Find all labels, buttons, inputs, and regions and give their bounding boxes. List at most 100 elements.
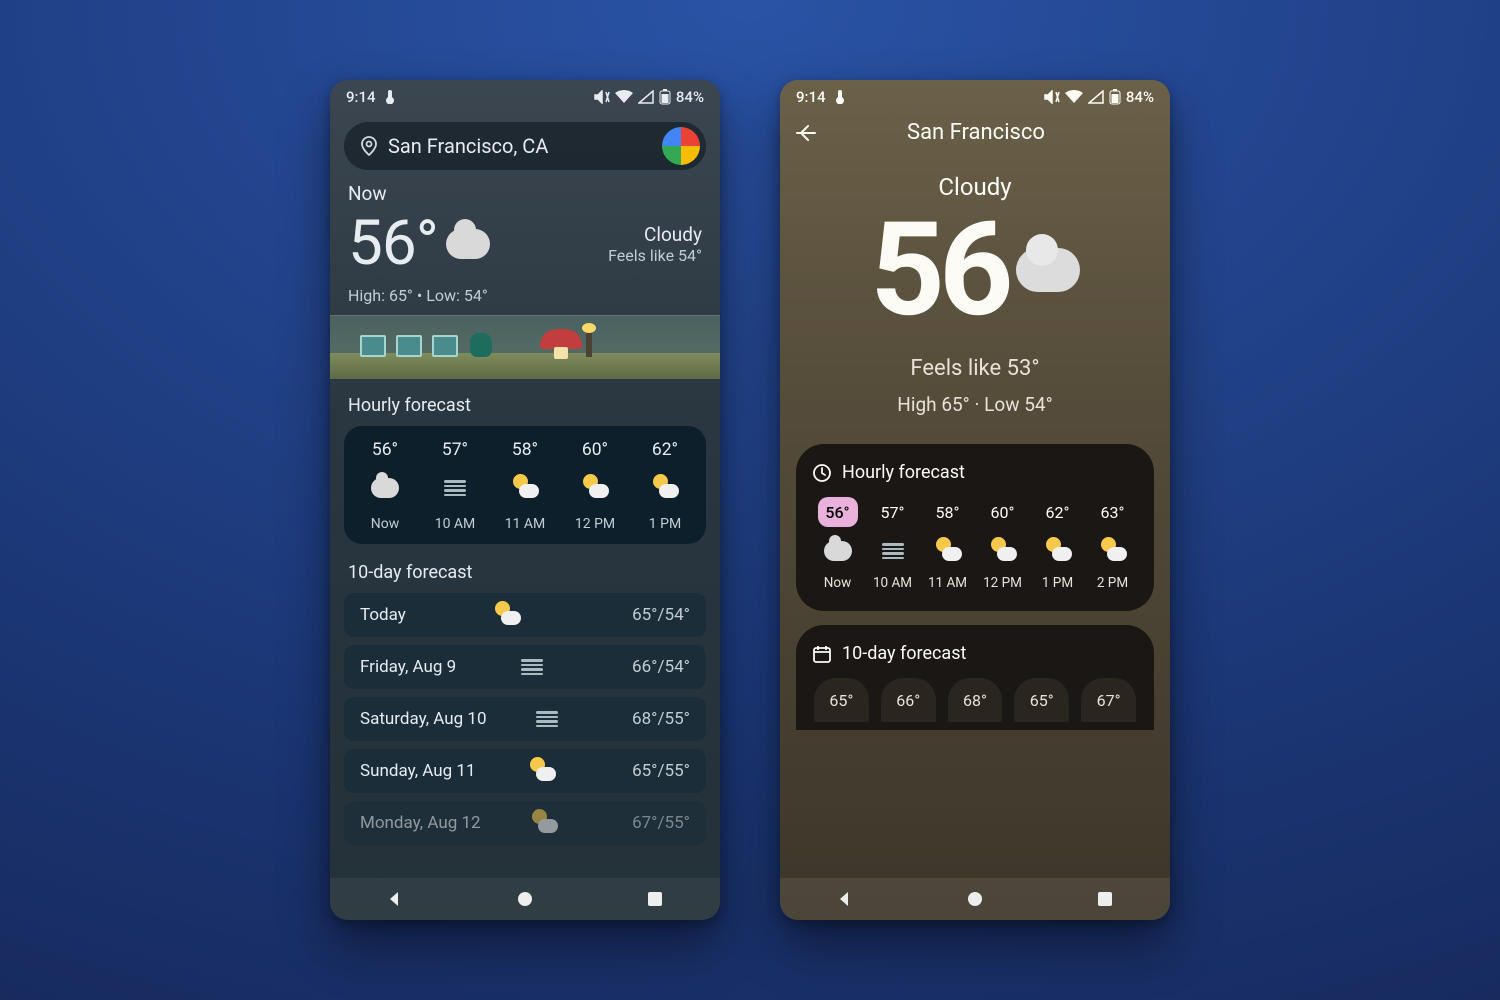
- hourly-column[interactable]: 56°Now: [354, 440, 416, 532]
- signal-icon: [638, 90, 654, 104]
- day-temps: 68°/55°: [608, 709, 690, 729]
- ten-day-card[interactable]: 10-day forecast 65°66°68°65°67°: [796, 625, 1154, 730]
- hourly-column[interactable]: 62° 1 PM: [1032, 497, 1083, 591]
- mute-icon: [1044, 90, 1060, 104]
- partly-cloudy-icon: [530, 813, 558, 833]
- hourly-column[interactable]: 56°Now: [812, 497, 863, 591]
- hourly-forecast-card[interactable]: 56°Now 57° 10 AM 58°11 AM 60° 12 PM 62°1 PM: [344, 426, 706, 544]
- clock-icon: [812, 463, 832, 483]
- hour-label: 2 PM: [1097, 575, 1128, 591]
- nav-home-icon[interactable]: [966, 890, 984, 908]
- daily-row[interactable]: Saturday, Aug 10 68°/55°: [344, 697, 706, 741]
- day-high: 67°: [1081, 678, 1136, 722]
- hourly-title: Hourly forecast: [348, 395, 702, 416]
- hourly-column[interactable]: 58°11 AM: [494, 440, 556, 532]
- fog-icon: [879, 541, 907, 561]
- partly-cloudy-icon: [528, 761, 556, 781]
- location-search[interactable]: San Francisco, CA: [344, 122, 706, 170]
- day-name: Saturday, Aug 10: [360, 709, 487, 729]
- temperature-icon: [834, 90, 846, 104]
- battery-pct: 84%: [1126, 88, 1154, 106]
- now-label: Now: [348, 182, 702, 205]
- fog-icon: [518, 657, 546, 677]
- hourly-column[interactable]: 60° 12 PM: [564, 440, 626, 532]
- day-high: 66°: [881, 678, 936, 722]
- hourly-column[interactable]: 58°11 AM: [922, 497, 973, 591]
- nav-bar: [780, 878, 1170, 920]
- phone-google-weather: 9:14 84% San Francisco, CA Now 56°: [330, 80, 720, 920]
- current-conditions: Cloudy 56 Feels like 53° High 65° · Low …: [780, 173, 1170, 416]
- nav-recent-icon[interactable]: [646, 890, 664, 908]
- cloud-icon: [371, 478, 399, 498]
- day-name: Sunday, Aug 11: [360, 761, 476, 781]
- cloud-icon: [824, 541, 852, 561]
- fog-icon: [533, 709, 561, 729]
- hour-label: 12 PM: [983, 575, 1022, 591]
- hour-temp: 62°: [1038, 497, 1078, 527]
- day-high: 65°: [1014, 678, 1069, 722]
- daily-row[interactable]: Sunday, Aug 11 65°/55°: [344, 749, 706, 793]
- high-low: High: 65° • Low: 54°: [348, 286, 702, 305]
- nav-bar: [330, 878, 720, 920]
- hour-temp: 63°: [1093, 497, 1133, 527]
- status-bar: 9:14 84%: [330, 80, 720, 114]
- daily-row[interactable]: Monday, Aug 12 67°/55°: [344, 801, 706, 845]
- hour-temp: 60°: [582, 440, 608, 460]
- day-name: Monday, Aug 12: [360, 813, 481, 833]
- hourly-column[interactable]: 63° 2 PM: [1087, 497, 1138, 591]
- day-temps: 65°/55°: [608, 761, 690, 781]
- partly-cloudy-icon: [989, 541, 1017, 561]
- cloud-icon: [1016, 248, 1080, 292]
- status-bar: 9:14 84%: [780, 80, 1170, 114]
- hour-temp: 56°: [818, 497, 858, 527]
- clock: 9:14: [796, 88, 826, 106]
- hour-label: 10 AM: [435, 516, 476, 532]
- hourly-column[interactable]: 57°10 AM: [867, 497, 918, 591]
- hourly-title: Hourly forecast: [842, 462, 965, 483]
- current-conditions: Now 56° Cloudy Feels like 54° High: 65° …: [330, 182, 720, 305]
- calendar-icon: [812, 644, 832, 664]
- feels-like: Feels like 54°: [608, 246, 702, 265]
- profile-avatar[interactable]: [662, 127, 700, 165]
- partly-cloudy-icon: [581, 478, 609, 498]
- pin-icon: [360, 136, 378, 156]
- hour-label: 12 PM: [575, 516, 615, 532]
- hour-temp: 57°: [442, 440, 468, 460]
- nav-recent-icon[interactable]: [1096, 890, 1114, 908]
- day-name: Today: [360, 605, 406, 625]
- hourly-column[interactable]: 60° 12 PM: [977, 497, 1028, 591]
- day-temps: 66°/54°: [608, 657, 690, 677]
- hourly-column[interactable]: 57° 10 AM: [424, 440, 486, 532]
- hour-label: 1 PM: [1042, 575, 1073, 591]
- partly-cloudy-icon: [651, 478, 679, 498]
- hourly-forecast-card[interactable]: Hourly forecast 56°Now57°10 AM58°11 AM60…: [796, 444, 1154, 611]
- partly-cloudy-icon: [1044, 541, 1072, 561]
- day-temps: 67°/55°: [608, 813, 690, 833]
- day-temps: 65°/54°: [608, 605, 690, 625]
- ten-day-title: 10-day forecast: [842, 643, 966, 664]
- wifi-icon: [615, 90, 633, 104]
- daily-row[interactable]: Today 65°/54°: [344, 593, 706, 637]
- mute-icon: [594, 90, 610, 104]
- partly-cloudy-icon: [511, 478, 539, 498]
- battery-icon: [1109, 89, 1121, 105]
- page-title: San Francisco: [796, 120, 1156, 145]
- nav-back-icon[interactable]: [836, 890, 854, 908]
- daily-row[interactable]: Friday, Aug 966°/54°: [344, 645, 706, 689]
- hour-temp: 60°: [983, 497, 1023, 527]
- condition-text: Cloudy: [608, 223, 702, 246]
- clock: 9:14: [346, 88, 376, 106]
- day-high: 68°: [948, 678, 1003, 722]
- hour-temp: 56°: [372, 440, 398, 460]
- fog-icon: [441, 478, 469, 498]
- feels-like: Feels like 53°: [910, 356, 1039, 381]
- hourly-column[interactable]: 62°1 PM: [634, 440, 696, 532]
- nav-home-icon[interactable]: [516, 890, 534, 908]
- battery-icon: [659, 89, 671, 105]
- hour-label: 11 AM: [505, 516, 546, 532]
- froggy-scene: [330, 315, 720, 379]
- day-high: 65°: [814, 678, 869, 722]
- partly-cloudy-icon: [934, 541, 962, 561]
- nav-back-icon[interactable]: [386, 890, 404, 908]
- hour-label: 1 PM: [649, 516, 681, 532]
